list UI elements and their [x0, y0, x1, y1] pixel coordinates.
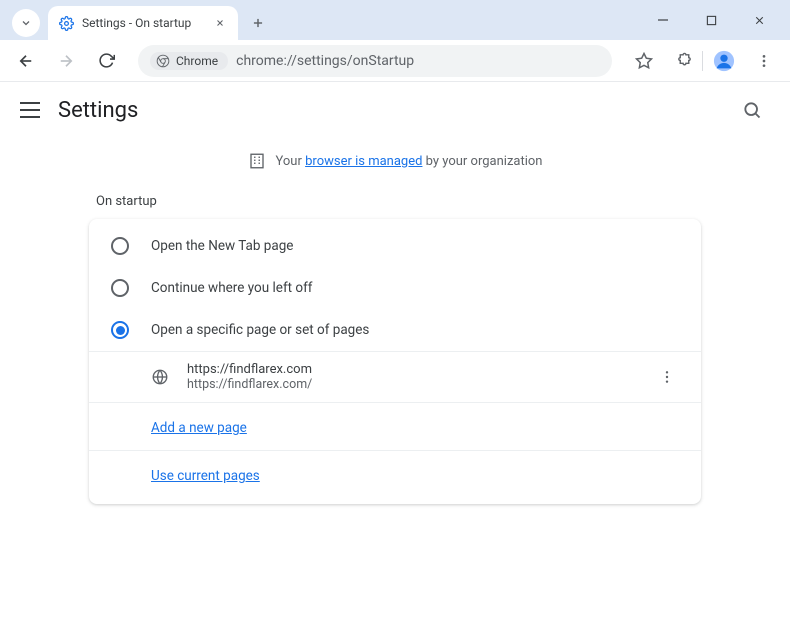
add-page-link[interactable]: Add a new page	[151, 420, 247, 436]
settings-header: Settings	[0, 82, 790, 138]
reload-button[interactable]	[90, 45, 122, 77]
puzzle-icon	[676, 52, 693, 69]
use-current-row: Use current pages	[89, 450, 701, 498]
option-label: Continue where you left off	[151, 280, 313, 296]
startup-page-item: https://findflarex.com https://findflare…	[89, 351, 701, 402]
managed-link[interactable]: browser is managed	[305, 154, 422, 169]
tab-search-button[interactable]	[12, 9, 40, 37]
option-new-tab[interactable]: Open the New Tab page	[89, 225, 701, 267]
option-label: Open a specific page or set of pages	[151, 322, 369, 338]
arrow-right-icon	[57, 52, 75, 70]
option-specific-pages[interactable]: Open a specific page or set of pages	[89, 309, 701, 351]
reload-icon	[98, 52, 115, 69]
chrome-logo-icon	[156, 54, 170, 68]
close-icon	[215, 18, 225, 28]
chrome-menu-button[interactable]	[748, 45, 780, 77]
browser-tab[interactable]: Settings - On startup	[48, 6, 238, 40]
settings-content: Your browser is managed by your organiza…	[0, 138, 790, 504]
radio-selected-icon	[111, 321, 129, 339]
minimize-icon	[657, 14, 669, 26]
window-controls	[638, 0, 784, 40]
use-current-link[interactable]: Use current pages	[151, 468, 260, 484]
add-page-row: Add a new page	[89, 402, 701, 450]
page-texts: https://findflarex.com https://findflare…	[187, 362, 637, 392]
startup-card: Open the New Tab page Continue where you…	[89, 219, 701, 504]
option-label: Open the New Tab page	[151, 238, 293, 254]
profile-button[interactable]	[708, 45, 740, 77]
managed-text: Your browser is managed by your organiza…	[276, 154, 543, 169]
settings-gear-icon	[58, 15, 74, 31]
managed-notice: Your browser is managed by your organiza…	[0, 146, 790, 176]
page-url-text: https://findflarex.com/	[187, 377, 637, 392]
kebab-icon	[756, 53, 772, 69]
arrow-left-icon	[17, 52, 35, 70]
site-chip[interactable]: Chrome	[150, 52, 228, 70]
radio-icon	[111, 237, 129, 255]
menu-button[interactable]	[20, 100, 40, 120]
page-title: Settings	[58, 98, 138, 123]
star-icon	[635, 52, 653, 70]
site-chip-label: Chrome	[176, 54, 218, 68]
close-icon	[753, 14, 766, 27]
extensions-button[interactable]	[668, 45, 700, 77]
forward-button[interactable]	[50, 45, 82, 77]
maximize-button[interactable]	[696, 5, 726, 35]
globe-icon	[151, 368, 169, 386]
section-label: On startup	[96, 194, 790, 209]
new-tab-button[interactable]	[244, 9, 272, 37]
page-title-text: https://findflarex.com	[187, 362, 637, 377]
maximize-icon	[706, 15, 717, 26]
building-icon	[248, 152, 266, 170]
bookmark-button[interactable]	[628, 45, 660, 77]
chevron-down-icon	[20, 17, 32, 29]
option-continue[interactable]: Continue where you left off	[89, 267, 701, 309]
close-window-button[interactable]	[744, 5, 774, 35]
browser-toolbar: Chrome chrome://settings/onStartup	[0, 40, 790, 82]
radio-icon	[111, 279, 129, 297]
address-bar[interactable]: Chrome chrome://settings/onStartup	[138, 45, 612, 77]
tab-close-button[interactable]	[212, 15, 228, 31]
tab-title: Settings - On startup	[82, 16, 204, 30]
minimize-button[interactable]	[648, 5, 678, 35]
profile-avatar-icon	[713, 50, 735, 72]
kebab-icon	[659, 369, 675, 385]
window-titlebar: Settings - On startup	[0, 0, 790, 40]
url-text: chrome://settings/onStartup	[236, 53, 414, 69]
hamburger-icon	[20, 102, 40, 104]
page-menu-button[interactable]	[655, 365, 679, 389]
back-button[interactable]	[10, 45, 42, 77]
plus-icon	[251, 16, 265, 30]
search-icon	[742, 100, 762, 120]
separator	[702, 51, 703, 71]
search-settings-button[interactable]	[734, 92, 770, 128]
